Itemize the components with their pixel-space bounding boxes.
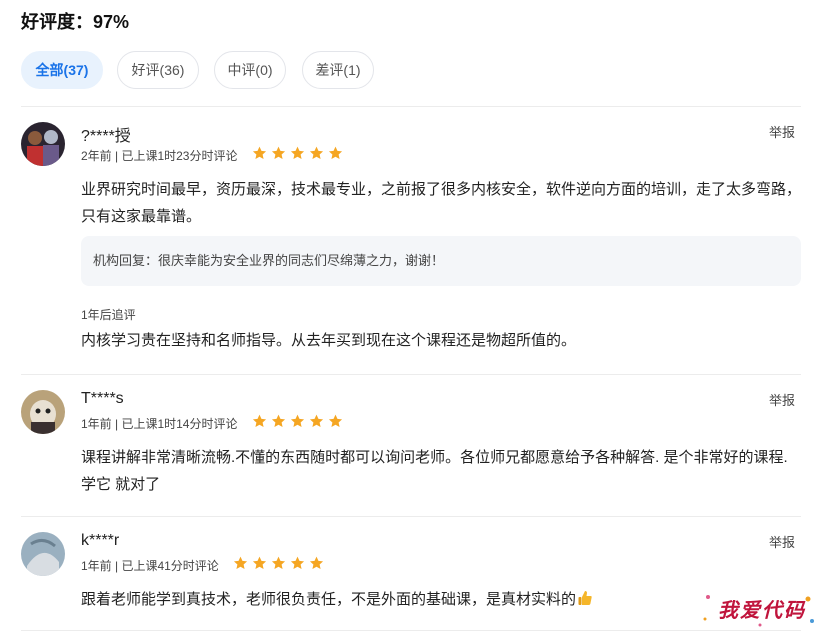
tab-neutral[interactable]: 中评(0) [214,51,286,89]
divider [21,106,801,107]
review-item: T****s 举报 1年前 | 已上课1时14分时评论 课程讲解非常清晰流畅.不… [21,390,801,500]
star-icon [290,146,305,160]
star-icon [309,556,324,570]
star-icon [252,556,267,570]
avatar[interactable] [21,532,65,576]
rating-title: 好评度：97% [21,8,129,34]
tab-all[interactable]: 全部(37) [21,51,103,89]
report-link[interactable]: 举报 [769,390,795,409]
followup-label: 1年后追评 [81,308,136,322]
report-link[interactable]: 举报 [769,122,795,141]
review-meta: 2年前 | 已上课1时23分时评论 [81,149,238,163]
review-content: 课程讲解非常清晰流畅.不懂的东西随时都可以询问老师。各位师兄都愿意给予各种解答.… [81,449,788,493]
divider [21,630,801,631]
watermark-text: 我爱代码 [718,598,806,622]
star-icon [271,556,286,570]
user-name: T****s [81,390,124,407]
divider [21,374,801,375]
rating-label: 好评度： [21,12,93,32]
user-name: k****r [81,532,120,549]
avatar[interactable] [21,122,65,166]
review-meta: 1年前 | 已上课41分时评论 [81,559,219,573]
star-icon [309,146,324,160]
thumbs-up-icon [578,588,592,615]
star-rating [252,414,347,430]
review-item: ?****授 举报 2年前 | 已上课1时23分时评论 业界研究时间最早，资历最… [21,122,801,362]
rating-value: 97% [93,12,130,32]
review-text: 跟着老师能学到真技术，老师很负责任，不是外面的基础课，是真材实料的 [81,591,577,608]
star-icon [233,556,248,570]
star-icon [290,414,305,428]
star-icon [290,556,305,570]
user-name: ?****授 [81,128,131,145]
divider [21,516,801,517]
star-rating [252,146,347,162]
avatar[interactable] [21,390,65,434]
review-item: k****r 举报 1年前 | 已上课41分时评论 跟着老师能学到真技术，老师很… [21,532,801,622]
star-rating [233,556,328,572]
review-content: 跟着老师能学到真技术，老师很负责任，不是外面的基础课，是真材实料的 [81,586,801,615]
star-icon [252,146,267,160]
review-meta: 1年前 | 已上课1时14分时评论 [81,417,238,431]
review-content: 业界研究时间最早，资历最深，技术最专业，之前报了很多内核安全，软件逆向方面的培训… [81,181,802,225]
star-icon [271,414,286,428]
star-icon [271,146,286,160]
report-link[interactable]: 举报 [769,532,795,551]
star-icon [252,414,267,428]
followup-content: 内核学习贵在坚持和名师指导。从去年买到现在这个课程还是物超所值的。 [81,332,577,349]
merchant-reply: 机构回复：很庆幸能为安全业界的同志们尽绵薄之力，谢谢！ [81,236,801,286]
star-icon [328,414,343,428]
star-icon [309,414,324,428]
watermark-logo: 我爱代码 [700,589,818,629]
tab-positive[interactable]: 好评(36) [117,51,199,89]
tab-negative[interactable]: 差评(1) [302,51,374,89]
star-icon [328,146,343,160]
